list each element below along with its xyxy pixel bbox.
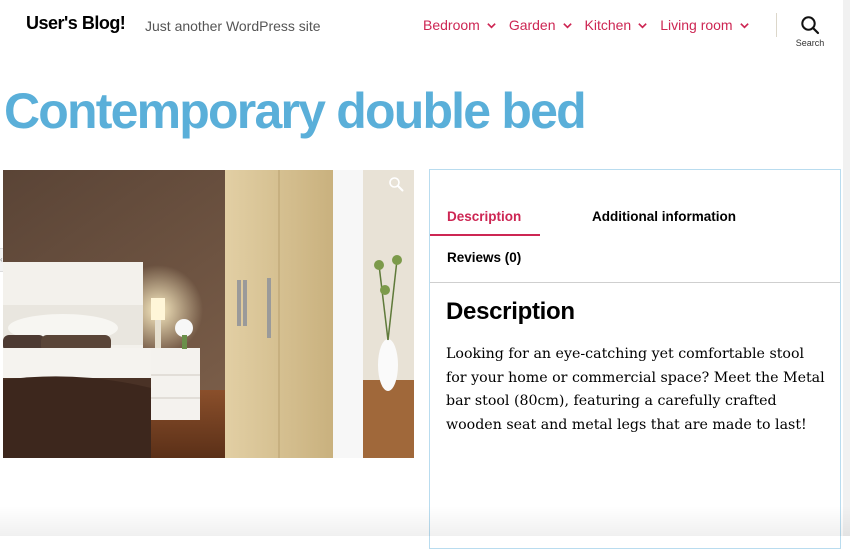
product-image[interactable]: [3, 170, 414, 458]
menu-item-bedroom[interactable]: Bedroom: [423, 17, 497, 33]
tab-reviews[interactable]: Reviews (0): [447, 250, 521, 265]
menu-item-living-room[interactable]: Living room: [660, 17, 749, 33]
page-edge: [843, 0, 850, 536]
site-title[interactable]: User's Blog!: [26, 13, 126, 34]
menu-item-label: Kitchen: [584, 17, 632, 33]
description-heading: Description: [446, 298, 575, 325]
menu-item-label: Bedroom: [423, 17, 480, 33]
chevron-down-icon[interactable]: [637, 20, 648, 31]
tabs-divider: [430, 282, 840, 283]
menu-item-label: Garden: [508, 17, 556, 33]
tab-description[interactable]: Description: [447, 209, 521, 224]
site-tagline: Just another WordPress site: [145, 18, 321, 34]
active-tab-indicator: [430, 234, 540, 236]
bedroom-photo: [3, 170, 414, 458]
product-title: Contemporary double bed: [4, 83, 587, 139]
primary-menu: Bedroom Garden Kitchen Living room: [423, 17, 750, 33]
search-button[interactable]: Search: [790, 15, 830, 48]
site-header: User's Blog! Just another WordPress site…: [0, 0, 843, 58]
tab-additional-information[interactable]: Additional information: [592, 209, 736, 224]
product-tabs: Description Additional information Revie…: [429, 169, 841, 549]
header-divider: [776, 13, 777, 37]
chevron-down-icon[interactable]: [562, 20, 573, 31]
menu-item-label: Living room: [660, 17, 733, 33]
description-text: Looking for an eye-catching yet comforta…: [446, 346, 825, 433]
chevron-down-icon[interactable]: [486, 20, 497, 31]
zoom-icon[interactable]: [388, 176, 404, 192]
search-icon: [801, 16, 820, 35]
chevron-down-icon[interactable]: [739, 20, 750, 31]
menu-item-kitchen[interactable]: Kitchen: [585, 17, 649, 33]
search-label: Search: [795, 38, 825, 48]
menu-item-garden[interactable]: Garden: [509, 17, 573, 33]
